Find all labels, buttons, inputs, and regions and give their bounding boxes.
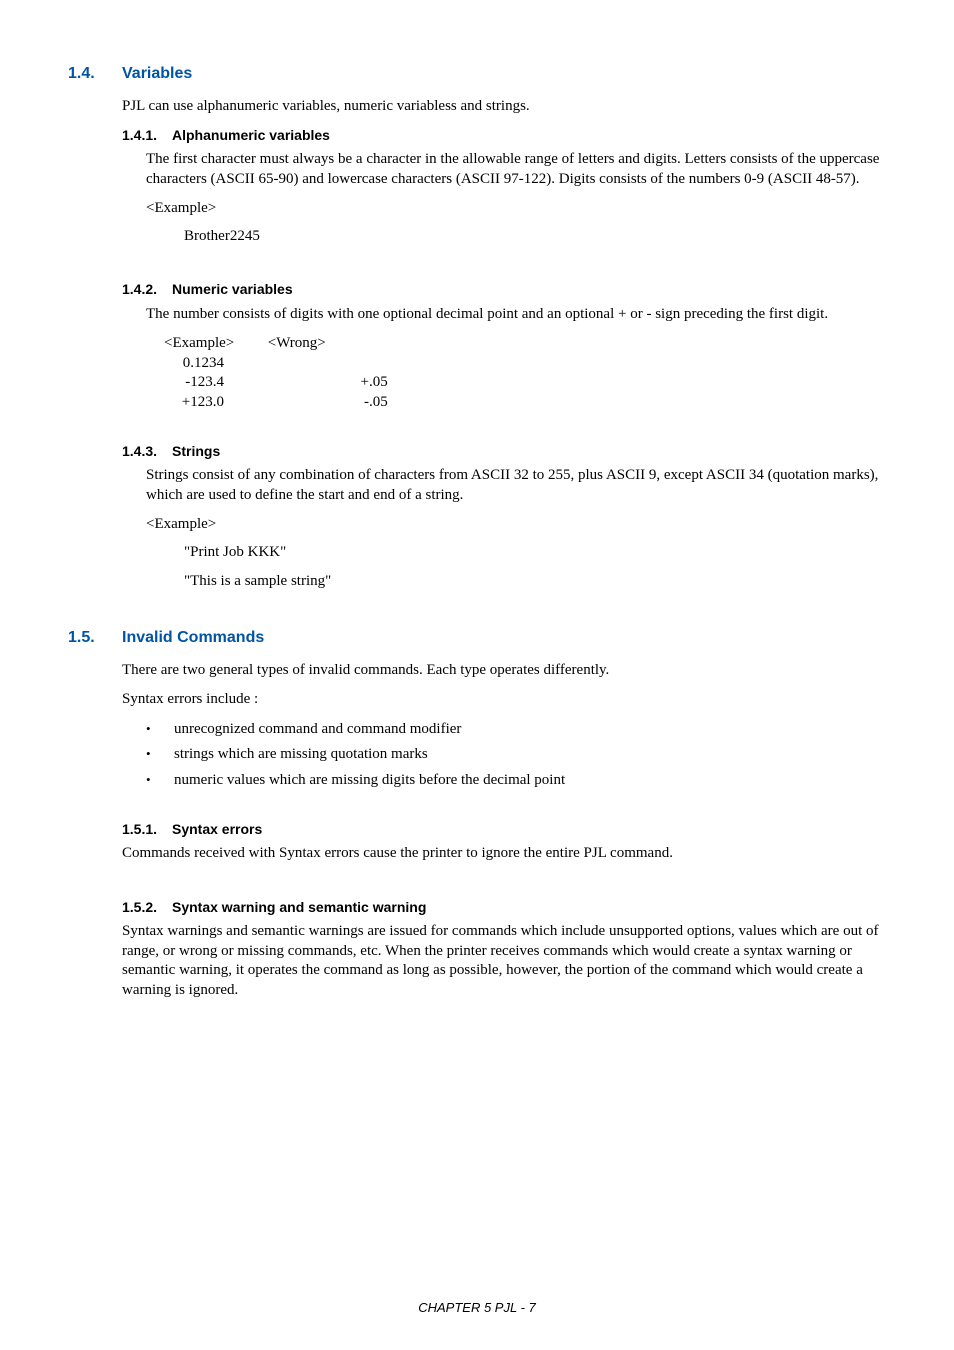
bullet-icon: • [146, 771, 174, 791]
subheading-syntax-errors: 1.5.1. Syntax errors [122, 820, 886, 838]
table-row: 0.1234 [164, 354, 886, 374]
subheading-number: 1.5.1. [122, 820, 172, 838]
subheading-title: Syntax warning and semantic warning [172, 898, 426, 916]
cell: -123.4 [164, 373, 224, 393]
intro-text: Syntax errors include : [122, 690, 886, 710]
cell: 0.1234 [164, 354, 224, 374]
example-value: "Print Job KKK" [184, 543, 886, 563]
subheading-number: 1.4.3. [122, 442, 172, 460]
heading-invalid-commands: 1.5. Invalid Commands [68, 628, 886, 649]
cell: +.05 [228, 373, 388, 393]
subheading-title: Alphanumeric variables [172, 126, 330, 144]
subheading-title: Strings [172, 442, 220, 460]
subheading-numeric: 1.4.2. Numeric variables [122, 280, 886, 298]
col-header-example: <Example> [164, 334, 264, 354]
list-item: • strings which are missing quotation ma… [146, 745, 886, 765]
table-row: +123.0 -.05 [164, 393, 886, 413]
subheading-syntax-warning: 1.5.2. Syntax warning and semantic warni… [122, 898, 886, 916]
heading-variables: 1.4. Variables [68, 64, 886, 85]
heading-number: 1.5. [68, 628, 122, 649]
list-item: • unrecognized command and command modif… [146, 720, 886, 740]
example-label: <Example> [146, 515, 886, 535]
body-text: Syntax warnings and semantic warnings ar… [122, 922, 886, 1000]
heading-title: Variables [122, 64, 192, 85]
col-header-wrong: <Wrong> [268, 334, 388, 354]
subheading-number: 1.4.2. [122, 280, 172, 298]
list-item-text: unrecognized command and command modifie… [174, 720, 461, 740]
subheading-alphanumeric: 1.4.1. Alphanumeric variables [122, 126, 886, 144]
body-text: The number consists of digits with one o… [146, 305, 886, 325]
heading-number: 1.4. [68, 64, 122, 85]
example-value: Brother2245 [184, 227, 886, 247]
cell: +123.0 [164, 393, 224, 413]
body-text: Strings consist of any combination of ch… [146, 466, 886, 505]
list-item-text: strings which are missing quotation mark… [174, 745, 428, 765]
body-text: The first character must always be a cha… [146, 150, 886, 189]
bullet-icon: • [146, 745, 174, 765]
example-label: <Example> [146, 199, 886, 219]
subheading-strings: 1.4.3. Strings [122, 442, 886, 460]
subheading-number: 1.5.2. [122, 898, 172, 916]
page-footer: CHAPTER 5 PJL - 7 [0, 1300, 954, 1317]
cell: -.05 [228, 393, 388, 413]
list-item-text: numeric values which are missing digits … [174, 771, 565, 791]
intro-text: PJL can use alphanumeric variables, nume… [122, 97, 886, 117]
bullet-icon: • [146, 720, 174, 740]
subheading-title: Numeric variables [172, 280, 293, 298]
table-row: <Example> <Wrong> [164, 334, 886, 354]
example-value: "This is a sample string" [184, 572, 886, 592]
subheading-number: 1.4.1. [122, 126, 172, 144]
subheading-title: Syntax errors [172, 820, 262, 838]
intro-text: There are two general types of invalid c… [122, 661, 886, 681]
body-text: Commands received with Syntax errors cau… [122, 844, 886, 864]
table-row: -123.4 +.05 [164, 373, 886, 393]
list-item: • numeric values which are missing digit… [146, 771, 886, 791]
heading-title: Invalid Commands [122, 628, 264, 649]
